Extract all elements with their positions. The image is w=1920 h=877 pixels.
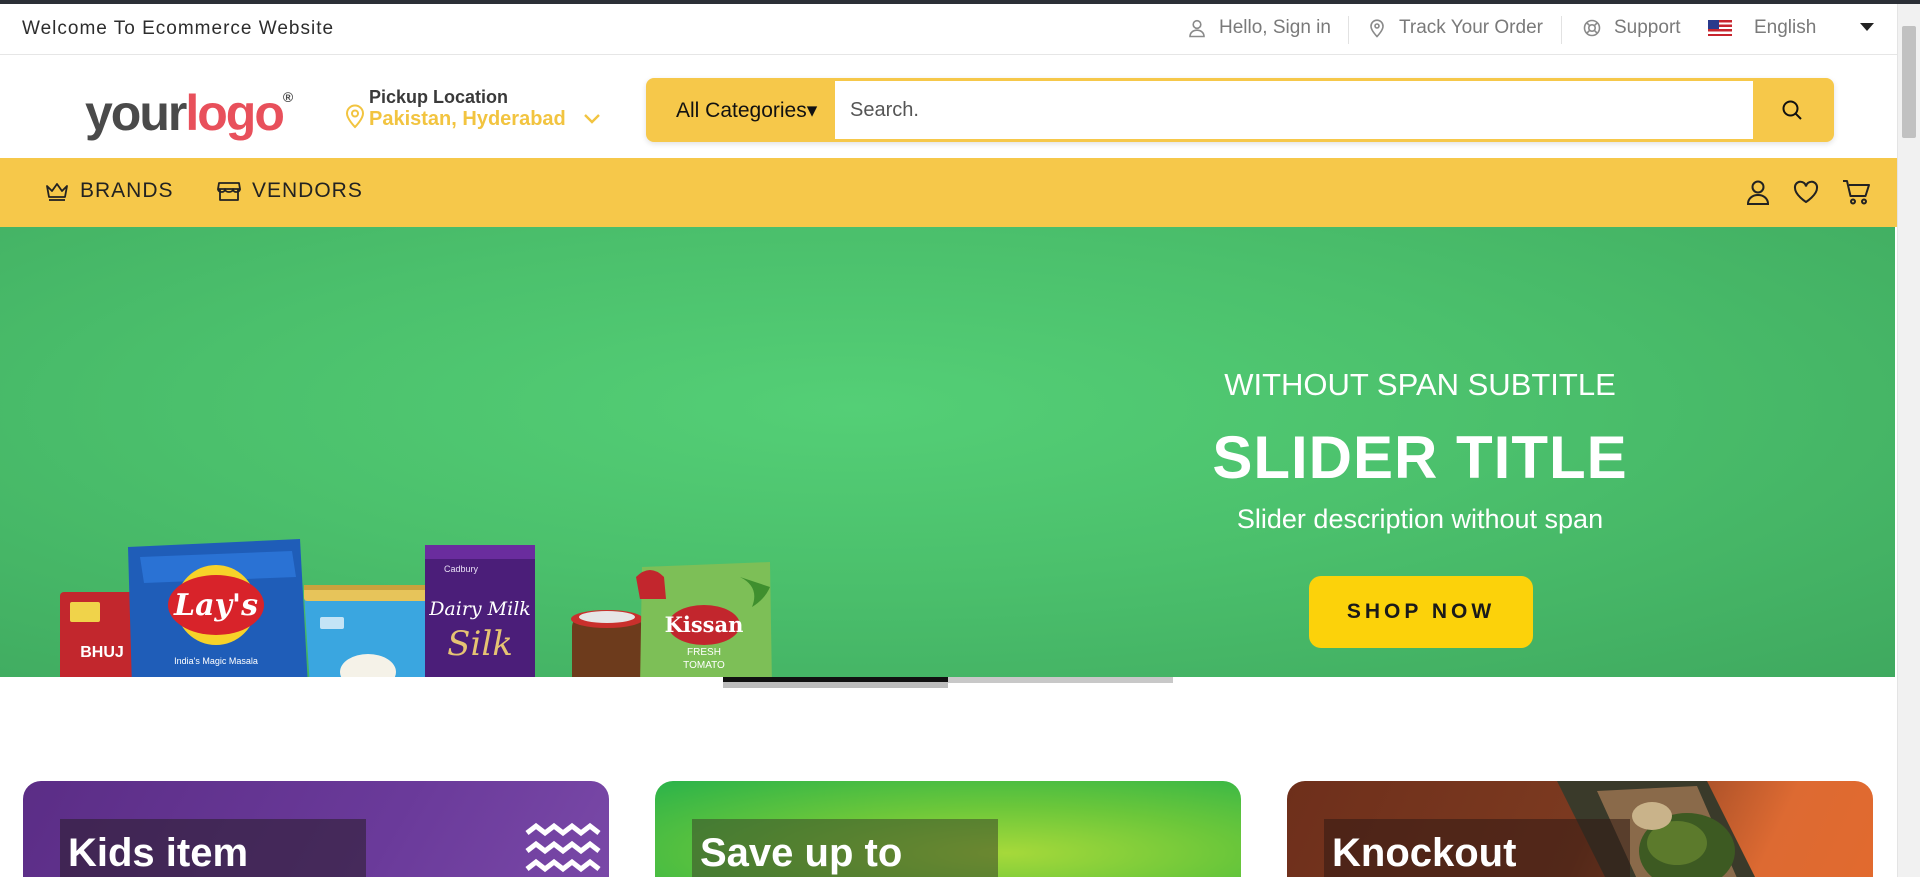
cart-icon xyxy=(1843,180,1870,205)
search-input[interactable] xyxy=(835,81,1753,139)
svg-text:Lay's: Lay's xyxy=(173,588,258,623)
user-icon xyxy=(1189,19,1205,38)
slider-dot-1[interactable] xyxy=(723,677,948,688)
svg-text:Kissan: Kissan xyxy=(665,612,744,637)
svg-text:TOMATO: TOMATO xyxy=(683,660,725,671)
promo-card-label: Save up to xyxy=(700,831,903,875)
svg-text:Cadbury: Cadbury xyxy=(444,564,479,574)
us-flag-icon xyxy=(1708,20,1732,36)
page-scrollbar[interactable] xyxy=(1897,4,1920,877)
lays-pack: Lay's India's Magic Masala xyxy=(128,539,308,677)
nav-brands-label: BRANDS xyxy=(80,179,174,202)
kissan-pouch: Kissan FRESH TOMATO xyxy=(636,562,772,677)
welcome-text: Welcome To Ecommerce Website xyxy=(22,18,335,39)
caret-down-icon[interactable] xyxy=(1860,23,1874,31)
track-order-label: Track Your Order xyxy=(1399,17,1543,38)
svg-text:Silk: Silk xyxy=(447,624,513,664)
support-link[interactable]: Support xyxy=(1582,17,1681,39)
silk-chocolate: Cadbury Dairy Milk Silk xyxy=(425,545,535,677)
svg-text:Dairy Milk: Dairy Milk xyxy=(428,598,531,620)
lifebuoy-icon xyxy=(1583,19,1601,37)
support-label: Support xyxy=(1614,17,1681,38)
promo-card-kids[interactable]: Kids item xyxy=(23,781,609,877)
spread-jar xyxy=(571,610,643,677)
user-icon xyxy=(1746,180,1770,205)
sign-in-label: Hello, Sign in xyxy=(1219,17,1331,38)
divider xyxy=(1348,16,1349,44)
slider-subtitle: WITHOUT SPAN SUBTITLE xyxy=(1224,367,1616,402)
ice-cream-tub xyxy=(304,585,432,677)
logo-part-2: logo xyxy=(185,85,285,141)
chevron-down-icon xyxy=(584,114,600,124)
language-selector[interactable]: English xyxy=(1708,17,1816,39)
language-label: English xyxy=(1754,17,1817,38)
svg-text:BHUJ: BHUJ xyxy=(80,644,124,661)
logo-part-1: your xyxy=(85,85,187,141)
pickup-label: Pickup Location xyxy=(369,87,509,107)
registered-mark: ® xyxy=(282,89,294,105)
svg-text:FRESH: FRESH xyxy=(687,647,721,658)
wishlist-button[interactable] xyxy=(1791,177,1821,207)
slider-title: SLIDER TITLE xyxy=(1212,424,1628,491)
search-icon xyxy=(1782,100,1802,120)
scrollbar-thumb[interactable] xyxy=(1902,26,1916,138)
top-bar: Welcome To Ecommerce Website Hello, Sign… xyxy=(0,4,1897,55)
sign-in-link[interactable]: Hello, Sign in xyxy=(1187,17,1331,39)
category-label: All Categories xyxy=(676,99,807,122)
nav-vendors[interactable]: VENDORS xyxy=(216,179,363,203)
account-button[interactable] xyxy=(1743,177,1773,207)
search-input-wrap xyxy=(835,81,1753,139)
slider-dot-2[interactable] xyxy=(948,677,1173,683)
crown-icon xyxy=(46,183,68,201)
heart-icon xyxy=(1793,180,1819,204)
promo-card-knockout[interactable]: Knockout xyxy=(1287,781,1873,877)
promo-card-save[interactable]: Save up to xyxy=(655,781,1241,877)
slider-description: Slider description without span xyxy=(1236,504,1604,534)
promo-card-label: Knockout xyxy=(1332,831,1517,875)
search-bar: All Categories▾ xyxy=(646,78,1834,142)
shop-now-button[interactable]: SHOP NOW xyxy=(1309,576,1533,648)
main-nav: BRANDS VENDORS xyxy=(0,158,1897,227)
pickup-value: Pakistan, Hyderabad xyxy=(369,108,566,130)
site-logo[interactable]: yourlogo® xyxy=(85,88,293,138)
map-pin-icon xyxy=(345,104,365,129)
map-pin-icon xyxy=(1370,19,1384,38)
wave-pattern xyxy=(525,822,601,873)
products-image: BHUJ Lay's India's Magic Masala Cadbury … xyxy=(60,539,772,677)
promo-card-label: Kids item xyxy=(68,831,249,875)
caret-down-icon: ▾ xyxy=(806,99,818,122)
search-button[interactable] xyxy=(1753,81,1831,139)
header: yourlogo® Pickup Location Pakistan, Hyde… xyxy=(0,56,1897,158)
store-icon xyxy=(217,182,241,201)
slider-pagination xyxy=(723,677,1173,689)
divider xyxy=(1561,16,1562,44)
category-dropdown[interactable]: All Categories▾ xyxy=(676,98,817,123)
cart-button[interactable] xyxy=(1842,177,1872,207)
nav-brands[interactable]: BRANDS xyxy=(44,179,174,203)
nav-vendors-label: VENDORS xyxy=(252,179,363,202)
track-order-link[interactable]: Track Your Order xyxy=(1367,17,1543,39)
svg-text:India's Magic Masala: India's Magic Masala xyxy=(174,656,258,666)
hero-slider: BHUJ Lay's India's Magic Masala Cadbury … xyxy=(0,227,1895,677)
